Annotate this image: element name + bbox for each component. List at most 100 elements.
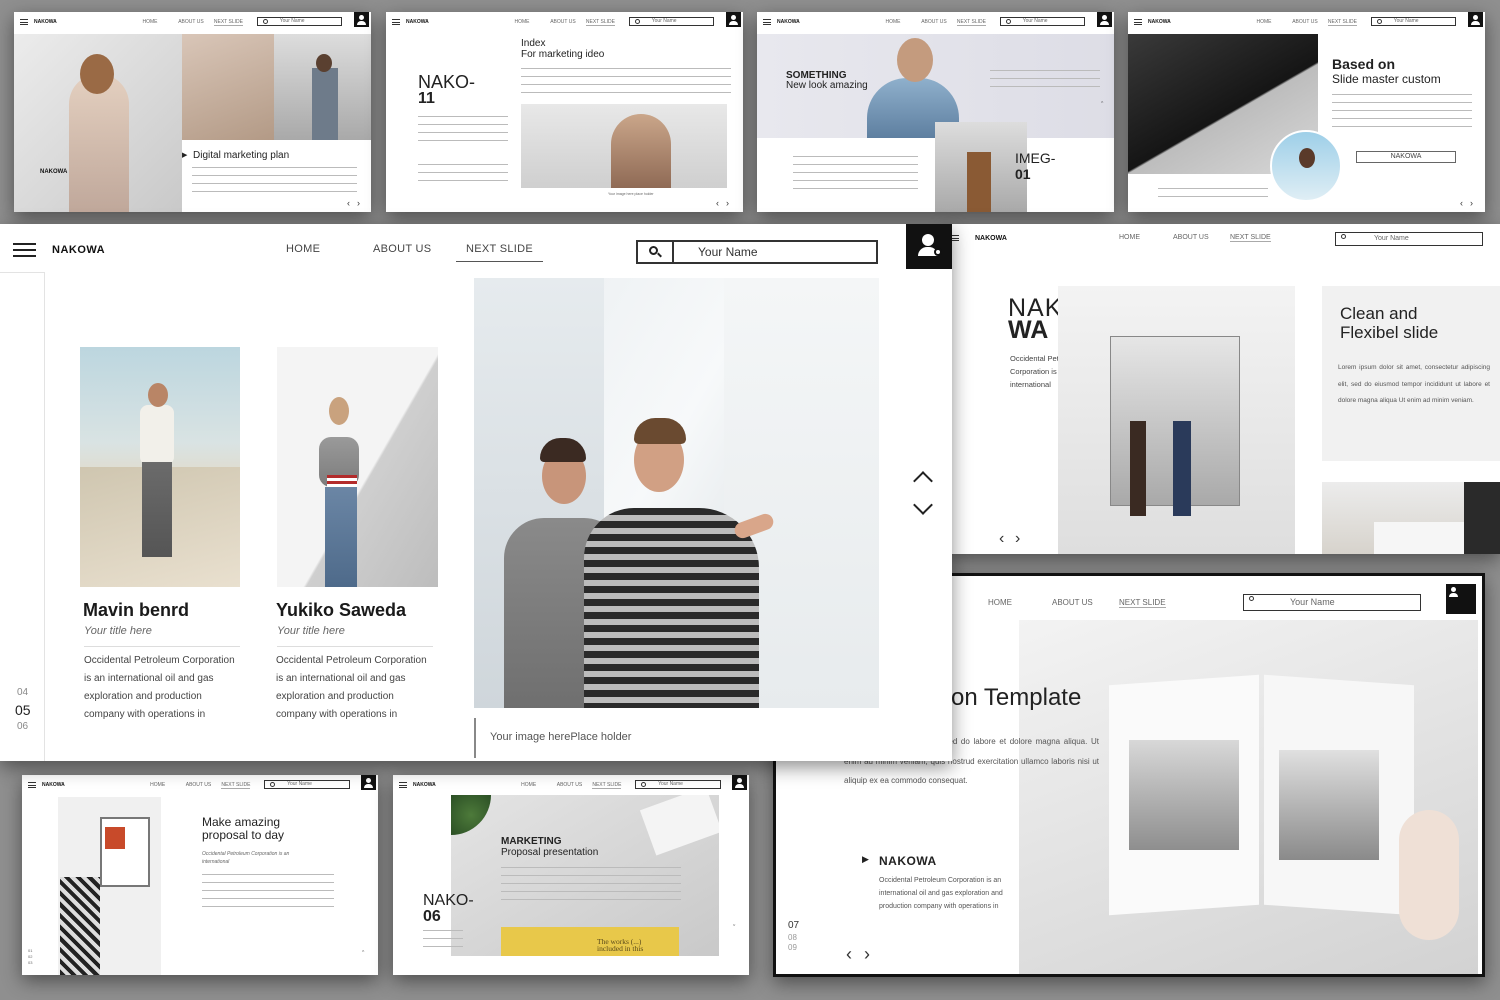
search-input[interactable]: Your Name <box>264 780 350 789</box>
hamburger-menu-icon[interactable] <box>951 235 959 241</box>
body-text <box>501 867 681 901</box>
search-input[interactable]: Your Name <box>698 245 758 259</box>
chevron-right-icon[interactable]: › <box>1015 530 1020 548</box>
thumb-slide-3[interactable]: NAKOWA HOME ABOUT US NEXT SLIDE Your Nam… <box>757 12 1114 212</box>
body-text <box>192 167 357 193</box>
nav-next[interactable]: NEXT SLIDE <box>592 782 622 789</box>
nav-home[interactable]: HOME <box>521 782 536 788</box>
chevron-down-icon[interactable] <box>913 495 933 515</box>
nav-about[interactable]: ABOUT US <box>557 782 582 788</box>
heading-light: Slide master custom <box>1332 72 1441 86</box>
chevron-right-icon[interactable]: › <box>357 198 360 208</box>
chevron-left-icon[interactable]: ‹ <box>1460 198 1463 208</box>
nav-home[interactable]: HOME <box>1257 19 1272 25</box>
nav-about[interactable]: ABOUT US <box>1173 234 1209 241</box>
chevron-left-icon[interactable]: ‹ <box>716 198 719 208</box>
hamburger-menu-icon[interactable] <box>763 19 771 25</box>
user-add-icon[interactable] <box>726 12 741 27</box>
thumb-slide-4[interactable]: NAKOWA HOME ABOUT US NEXT SLIDE Your Nam… <box>1128 12 1485 212</box>
thumb-slide-5[interactable]: NAKOWA HOME ABOUT US NEXT SLIDE Your Nam… <box>945 224 1500 554</box>
nav-home[interactable]: HOME <box>150 782 165 788</box>
nav-next[interactable]: NEXT SLIDE <box>1230 234 1271 242</box>
thumb-slide-1[interactable]: NAKOWA HOME ABOUT US NEXT SLIDE Your Nam… <box>14 12 371 212</box>
page-number-current: 08 <box>788 933 797 942</box>
search-input[interactable]: Your Name <box>1370 17 1457 26</box>
hamburger-menu-icon[interactable] <box>20 19 28 25</box>
nav-about[interactable]: ABOUT US <box>373 243 431 255</box>
nav-about[interactable]: ABOUT US <box>186 782 211 788</box>
thumb-slide-7[interactable]: NAKOWA HOME ABOUT US NEXT SLIDE Your Nam… <box>22 775 378 975</box>
user-add-icon[interactable] <box>1446 584 1476 614</box>
user-add-icon[interactable] <box>1468 12 1483 27</box>
nav-about[interactable]: ABOUT US <box>921 19 946 25</box>
nav-next[interactable]: NEXT SLIDE <box>956 19 986 26</box>
hamburger-menu-icon[interactable] <box>1134 19 1142 25</box>
chevron-up-icon[interactable] <box>913 471 933 491</box>
nav-home[interactable]: HOME <box>286 243 320 255</box>
nav-next[interactable]: NEXT SLIDE <box>221 782 251 789</box>
nav-next[interactable]: NEXT SLIDE <box>1119 598 1166 608</box>
nav-about[interactable]: ABOUT US <box>1292 19 1317 25</box>
user-add-icon[interactable] <box>906 224 952 269</box>
chevron-left-icon[interactable]: ‹ <box>999 530 1004 548</box>
person-1-divider <box>84 646 240 647</box>
nav-about[interactable]: ABOUT US <box>178 19 203 25</box>
search-icon[interactable] <box>638 242 674 262</box>
chevron-up-icon[interactable]: ˆ <box>1101 102 1103 109</box>
chevron-right-icon[interactable]: › <box>864 944 870 965</box>
chevron-down-icon[interactable]: ˇ <box>733 925 735 932</box>
thumb-header: NAKOWA HOME ABOUT US NEXT SLIDE Your Nam… <box>22 775 378 795</box>
nav-home[interactable]: HOME <box>515 19 530 25</box>
hamburger-menu-icon[interactable] <box>399 782 407 788</box>
nav-next[interactable]: NEXT SLIDE <box>213 19 243 26</box>
search-input[interactable]: Your Name <box>256 17 343 26</box>
hamburger-menu-icon[interactable] <box>13 243 36 257</box>
heading: Digital marketing plan <box>193 150 290 161</box>
heading-line-2: proposal to day <box>202 828 285 842</box>
photo-man-coat <box>935 122 1027 212</box>
search-input[interactable]: Your Name <box>1243 594 1421 611</box>
person-2-title: Your title here <box>277 625 345 637</box>
nav-about[interactable]: ABOUT US <box>1052 598 1093 607</box>
thumb-slide-2[interactable]: NAKOWA HOME ABOUT US NEXT SLIDE Your Nam… <box>386 12 743 212</box>
hamburger-menu-icon[interactable] <box>392 19 400 25</box>
person-name: NAKOWA <box>879 854 937 868</box>
body-text <box>793 156 918 194</box>
play-triangle-icon: ▶ <box>862 854 869 864</box>
nav-home[interactable]: HOME <box>886 19 901 25</box>
big-number: 01 <box>1015 166 1031 182</box>
nav-about[interactable]: ABOUT US <box>550 19 575 25</box>
user-add-icon[interactable] <box>354 12 369 27</box>
page-number-next: 09 <box>788 943 797 952</box>
nav-home[interactable]: HOME <box>1119 234 1140 241</box>
search-input[interactable]: Your Name <box>999 17 1086 26</box>
thumb-slide-8[interactable]: NAKOWA HOME ABOUT US NEXT SLIDE Your Nam… <box>393 775 749 975</box>
person-2-desc: Occidental Petroleum Corporation is an i… <box>276 652 446 724</box>
side-text <box>423 930 463 952</box>
chevron-right-icon[interactable]: › <box>726 198 729 208</box>
chevron-left-icon[interactable]: ‹ <box>347 198 350 208</box>
chevron-up-icon[interactable]: ˆ <box>362 951 364 958</box>
nav-next-slide[interactable]: NEXT SLIDE <box>456 243 543 262</box>
person-photo-2 <box>277 347 438 587</box>
user-add-icon[interactable] <box>732 775 747 790</box>
nav-next[interactable]: NEXT SLIDE <box>1327 19 1357 26</box>
search-input[interactable]: Your Name <box>628 17 715 26</box>
photo-woman-window <box>521 104 727 188</box>
chevron-right-icon[interactable]: › <box>1470 198 1473 208</box>
thumb-header: NAKOWA HOME ABOUT US NEXT SLIDE Your Nam… <box>14 12 371 32</box>
user-add-icon[interactable] <box>361 775 376 790</box>
nav-home[interactable]: HOME <box>143 19 158 25</box>
footer-text <box>1158 188 1268 202</box>
nav-next[interactable]: NEXT SLIDE <box>585 19 615 26</box>
chevron-left-icon[interactable]: ‹ <box>846 944 852 965</box>
brand-label: NAKOWA <box>34 19 57 25</box>
search-box[interactable]: Your Name <box>636 240 878 264</box>
nav-home[interactable]: HOME <box>988 598 1012 607</box>
hamburger-menu-icon[interactable] <box>28 782 36 788</box>
nakowa-button[interactable]: NAKOWA <box>1356 151 1456 163</box>
photo-whiteboard-meeting <box>474 278 879 708</box>
search-input[interactable]: Your Name <box>1335 232 1483 246</box>
user-add-icon[interactable] <box>1097 12 1112 27</box>
search-input[interactable]: Your Name <box>635 780 721 789</box>
